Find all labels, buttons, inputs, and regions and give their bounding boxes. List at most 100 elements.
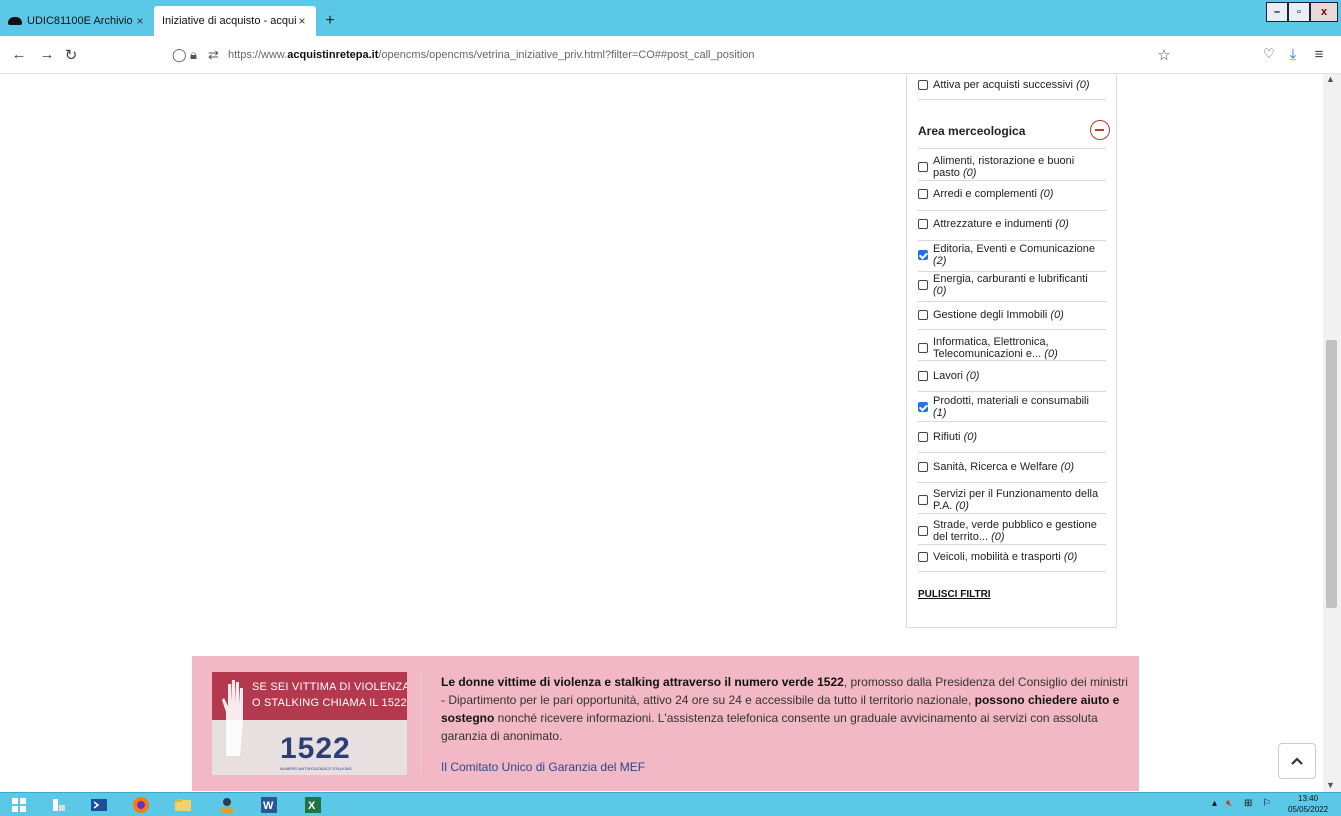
filter-label: Informatica, Elettronica, Telecomunicazi… bbox=[933, 336, 1058, 360]
filter-option[interactable]: Editoria, Eventi e Comunicazione (2) bbox=[918, 243, 1106, 267]
divider bbox=[918, 329, 1106, 330]
checkbox[interactable] bbox=[918, 310, 928, 320]
hand-icon bbox=[222, 680, 243, 756]
back-to-top-button[interactable] bbox=[1278, 743, 1316, 779]
filter-label: Attrezzature e indumenti (0) bbox=[933, 218, 1069, 230]
lock-icon[interactable]: 🔒︎ bbox=[190, 47, 197, 63]
filter-option[interactable]: Strade, verde pubblico e gestione del te… bbox=[918, 516, 1106, 546]
checkbox[interactable] bbox=[918, 432, 928, 442]
collapse-icon[interactable] bbox=[1090, 120, 1110, 140]
tab-archivio-storico[interactable]: UDIC81100E Archivio storico × bbox=[0, 6, 154, 36]
filter-option[interactable]: Alimenti, ristorazione e buoni pasto (0) bbox=[918, 152, 1106, 182]
filter-active-subsequent[interactable]: Attiva per acquisti successivi (0) bbox=[918, 79, 1106, 91]
checkbox-checked[interactable] bbox=[918, 250, 928, 260]
filter-option[interactable]: Attrezzature e indumenti (0) bbox=[918, 218, 1106, 230]
excel-icon[interactable]: X bbox=[300, 795, 326, 815]
chevron-up-icon bbox=[1291, 757, 1303, 765]
checkbox[interactable] bbox=[918, 526, 928, 536]
filter-option[interactable]: Informatica, Elettronica, Telecomunicazi… bbox=[918, 333, 1106, 363]
forward-icon[interactable]: → bbox=[38, 46, 56, 63]
divider bbox=[918, 301, 1106, 302]
minimize-button[interactable]: – bbox=[1266, 2, 1288, 22]
checkbox[interactable] bbox=[918, 189, 928, 199]
checkbox[interactable] bbox=[918, 80, 928, 90]
promo-caption: NUMERO ANTIVIOLENZA E STALKING bbox=[280, 766, 352, 771]
shield-icon[interactable]: ◯ bbox=[172, 47, 187, 63]
filter-option[interactable]: Gestione degli Immobili (0) bbox=[918, 309, 1106, 321]
divider bbox=[918, 99, 1106, 100]
user-app-icon[interactable] bbox=[214, 795, 240, 815]
tab-iniziative-acquisto[interactable]: Iniziative di acquisto - acquistinretep … bbox=[154, 6, 316, 36]
windows-start-icon[interactable] bbox=[6, 795, 32, 815]
checkbox[interactable] bbox=[918, 343, 928, 353]
powershell-icon[interactable] bbox=[86, 795, 112, 815]
file-explorer-icon[interactable] bbox=[170, 795, 196, 815]
filter-label: Energia, carburanti e lubrificanti (0) bbox=[933, 273, 1088, 297]
filter-option[interactable]: Sanità, Ricerca e Welfare (0) bbox=[918, 461, 1106, 473]
word-icon[interactable]: W bbox=[256, 795, 282, 815]
url-bar[interactable]: https://www.acquistinretepa.it/opencms/o… bbox=[228, 49, 755, 61]
filter-label: Servizi per il Funzionamento della P.A. … bbox=[933, 488, 1099, 512]
close-icon[interactable]: × bbox=[296, 14, 308, 28]
reload-icon[interactable]: ↻ bbox=[62, 46, 80, 64]
new-tab-button[interactable]: + bbox=[320, 12, 340, 30]
back-icon[interactable]: ← bbox=[10, 46, 28, 63]
filter-label: Attiva per acquisti successivi (0) bbox=[933, 79, 1090, 91]
network-icon[interactable]: ⊞ bbox=[1244, 798, 1252, 809]
flag-icon[interactable]: ⚐ bbox=[1262, 798, 1271, 809]
checkbox[interactable] bbox=[918, 371, 928, 381]
checkbox[interactable] bbox=[918, 462, 928, 472]
scroll-down-icon[interactable]: ▼ bbox=[1326, 780, 1335, 790]
maximize-button[interactable]: ▫ bbox=[1288, 2, 1310, 22]
filter-option[interactable]: Arredi e complementi (0) bbox=[918, 188, 1106, 200]
divider bbox=[918, 391, 1106, 392]
cug-mef-link[interactable]: Il Comitato Unico di Garanzia del MEF bbox=[441, 760, 645, 774]
server-manager-icon[interactable] bbox=[46, 795, 72, 815]
checkbox-checked[interactable] bbox=[918, 402, 928, 412]
promo-1522-image[interactable]: SE SEI VITTIMA DI VIOLENZA O STALKING CH… bbox=[212, 672, 407, 775]
promo-number: 1522 bbox=[280, 732, 351, 765]
permissions-icon[interactable]: ⇄ bbox=[208, 47, 219, 63]
promo-text-line2: O STALKING CHIAMA IL 1522 bbox=[252, 697, 407, 709]
filter-label: Alimenti, ristorazione e buoni pasto (0) bbox=[933, 155, 1075, 179]
filter-option[interactable]: Rifiuti (0) bbox=[918, 431, 1106, 443]
pocket-icon[interactable]: ♡ bbox=[1260, 46, 1278, 62]
filter-option[interactable]: Energia, carburanti e lubrificanti (0) bbox=[918, 273, 1106, 297]
filter-label: Rifiuti (0) bbox=[933, 431, 978, 443]
menu-icon[interactable]: ≡ bbox=[1310, 46, 1328, 63]
download-icon[interactable]: ⤓ bbox=[1284, 46, 1302, 63]
filter-option[interactable]: Prodotti, materiali e consumabili (1) bbox=[918, 395, 1106, 419]
url-host: acquistinretepa.it bbox=[287, 49, 379, 61]
volume-icon[interactable]: 🔇︎ bbox=[1226, 798, 1232, 809]
tab-title: Iniziative di acquisto - acquistinretep bbox=[162, 15, 296, 27]
divider bbox=[918, 571, 1106, 572]
filter-option[interactable]: Veicoli, mobilità e trasporti (0) bbox=[918, 551, 1106, 563]
clock[interactable]: 13:40 05/05/2022 bbox=[1288, 793, 1328, 815]
filter-option[interactable]: Lavori (0) bbox=[918, 370, 1106, 382]
divider bbox=[918, 271, 1106, 272]
scroll-thumb[interactable] bbox=[1326, 340, 1337, 608]
filter-label: Arredi e complementi (0) bbox=[933, 188, 1054, 200]
clear-filters-link[interactable]: PULISCI FILTRI bbox=[918, 589, 991, 600]
tray-expand-icon[interactable]: ▴ bbox=[1212, 798, 1217, 809]
tab-title: UDIC81100E Archivio storico bbox=[27, 15, 134, 27]
close-window-button[interactable]: x bbox=[1310, 2, 1338, 22]
divider bbox=[918, 240, 1106, 241]
checkbox[interactable] bbox=[918, 162, 928, 172]
divider bbox=[918, 421, 1106, 422]
checkbox[interactable] bbox=[918, 552, 928, 562]
page-scrollbar[interactable]: ▲ ▼ bbox=[1323, 74, 1341, 792]
bookmark-star-icon[interactable]: ☆ bbox=[1155, 46, 1173, 64]
clock-time: 13:40 bbox=[1298, 794, 1319, 803]
filter-option[interactable]: Servizi per il Funzionamento della P.A. … bbox=[918, 485, 1106, 515]
checkbox[interactable] bbox=[918, 280, 928, 290]
scroll-up-icon[interactable]: ▲ bbox=[1326, 74, 1335, 84]
checkbox[interactable] bbox=[918, 219, 928, 229]
navigation-bar: ← → ↻ ◯ 🔒︎ ⇄ https://www.acquistinretepa… bbox=[0, 36, 1341, 74]
divider bbox=[918, 210, 1106, 211]
svg-text:X: X bbox=[308, 800, 316, 812]
checkbox[interactable] bbox=[918, 495, 928, 505]
firefox-icon[interactable] bbox=[128, 795, 154, 815]
close-icon[interactable]: × bbox=[134, 14, 146, 28]
filter-label: Prodotti, materiali e consumabili (1) bbox=[933, 395, 1089, 419]
